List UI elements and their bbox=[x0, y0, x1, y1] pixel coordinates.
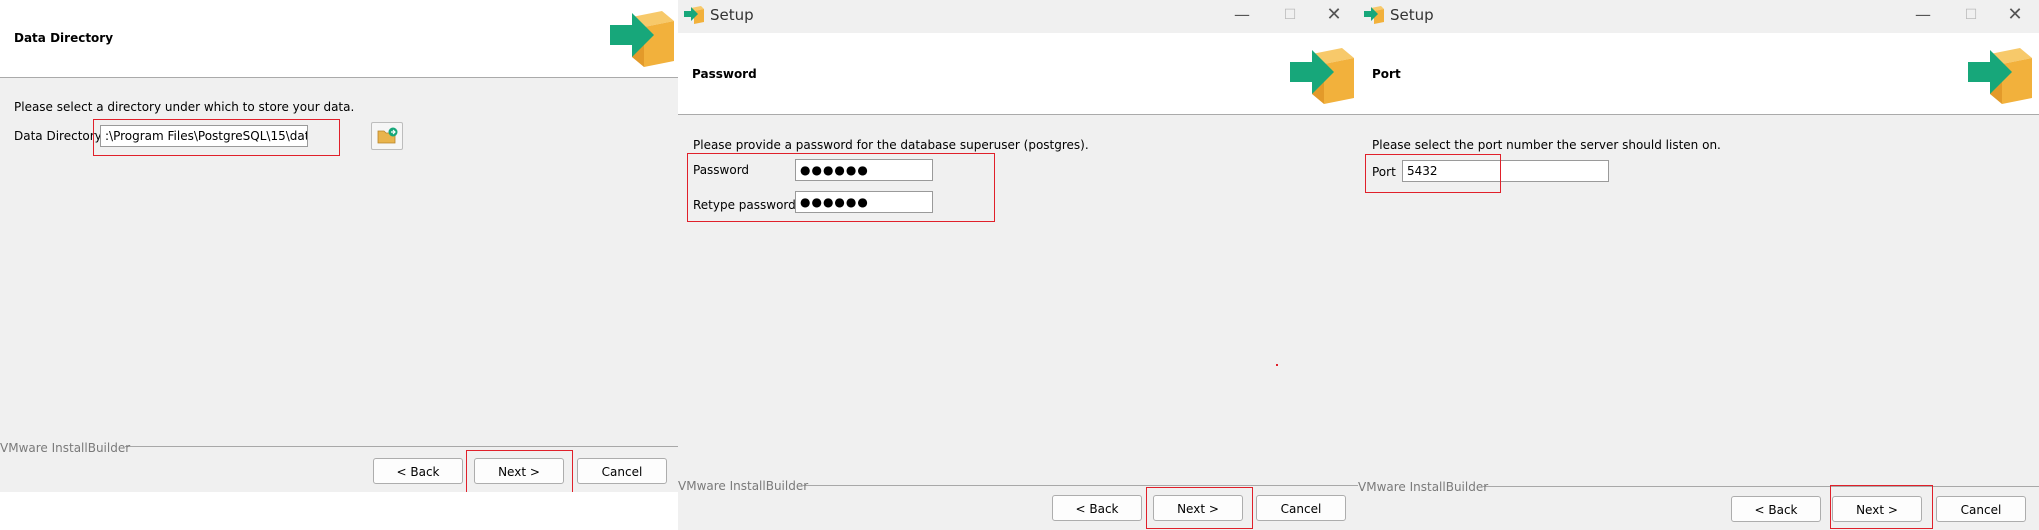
footer-divider bbox=[125, 446, 678, 447]
red-dot-marker bbox=[1276, 364, 1278, 366]
back-button[interactable]: < Back bbox=[1731, 496, 1821, 522]
cancel-button[interactable]: Cancel bbox=[1936, 496, 2026, 522]
window-titlebar: Setup — ☐ ✕ bbox=[1358, 0, 2039, 32]
installer-panel-data-directory: Data Directory Please select a directory… bbox=[0, 0, 678, 492]
app-icon bbox=[1364, 6, 1384, 24]
back-button[interactable]: < Back bbox=[1052, 495, 1142, 521]
page-title: Password bbox=[692, 67, 757, 81]
installer-panel-password: Setup — ☐ ✕ Password Please provide a pa… bbox=[678, 0, 1358, 530]
page-header: Port bbox=[1358, 33, 2039, 115]
footer-brand: VMware InstallBuilder bbox=[1358, 480, 1489, 494]
footer-divider bbox=[803, 485, 1358, 486]
page-header: Data Directory bbox=[0, 0, 678, 78]
highlight-box bbox=[466, 450, 573, 492]
installer-box-arrow-icon bbox=[1290, 48, 1354, 104]
highlight-box bbox=[1830, 485, 1933, 529]
close-icon[interactable]: ✕ bbox=[1995, 2, 2035, 28]
installer-box-arrow-icon bbox=[1968, 48, 2032, 104]
footer-brand: VMware InstallBuilder bbox=[678, 479, 809, 493]
window-title: Setup bbox=[1390, 6, 1434, 24]
highlight-box bbox=[93, 119, 340, 156]
window-titlebar: Setup — ☐ ✕ bbox=[678, 0, 1358, 32]
folder-browse-icon bbox=[377, 127, 398, 144]
close-icon[interactable]: ✕ bbox=[1314, 2, 1354, 28]
instruction-text: Please select the port number the server… bbox=[1372, 138, 1721, 152]
minimize-icon[interactable]: — bbox=[1222, 2, 1262, 28]
page-title: Port bbox=[1372, 67, 1401, 81]
footer-brand: VMware InstallBuilder bbox=[0, 441, 131, 455]
highlight-box bbox=[687, 153, 995, 222]
cancel-button[interactable]: Cancel bbox=[1256, 495, 1346, 521]
installer-box-arrow-icon bbox=[610, 11, 674, 67]
installer-panel-port: Setup — ☐ ✕ Port Please select the port … bbox=[1358, 0, 2039, 530]
instruction-text: Please select a directory under which to… bbox=[14, 100, 355, 114]
window-title: Setup bbox=[710, 6, 754, 24]
browse-button[interactable] bbox=[371, 122, 403, 150]
page-header: Password bbox=[678, 33, 1358, 115]
highlight-box bbox=[1365, 154, 1501, 193]
page-title: Data Directory bbox=[14, 31, 114, 45]
footer-divider bbox=[1483, 486, 2039, 487]
maximize-icon[interactable]: ☐ bbox=[1270, 2, 1310, 28]
back-button[interactable]: < Back bbox=[373, 458, 463, 484]
highlight-box bbox=[1146, 487, 1253, 529]
instruction-text: Please provide a password for the databa… bbox=[693, 138, 1089, 152]
app-icon bbox=[684, 6, 704, 24]
minimize-icon[interactable]: — bbox=[1903, 2, 1943, 28]
maximize-icon[interactable]: ☐ bbox=[1951, 2, 1991, 28]
cancel-button[interactable]: Cancel bbox=[577, 458, 667, 484]
data-directory-label: Data Directory bbox=[14, 129, 102, 143]
